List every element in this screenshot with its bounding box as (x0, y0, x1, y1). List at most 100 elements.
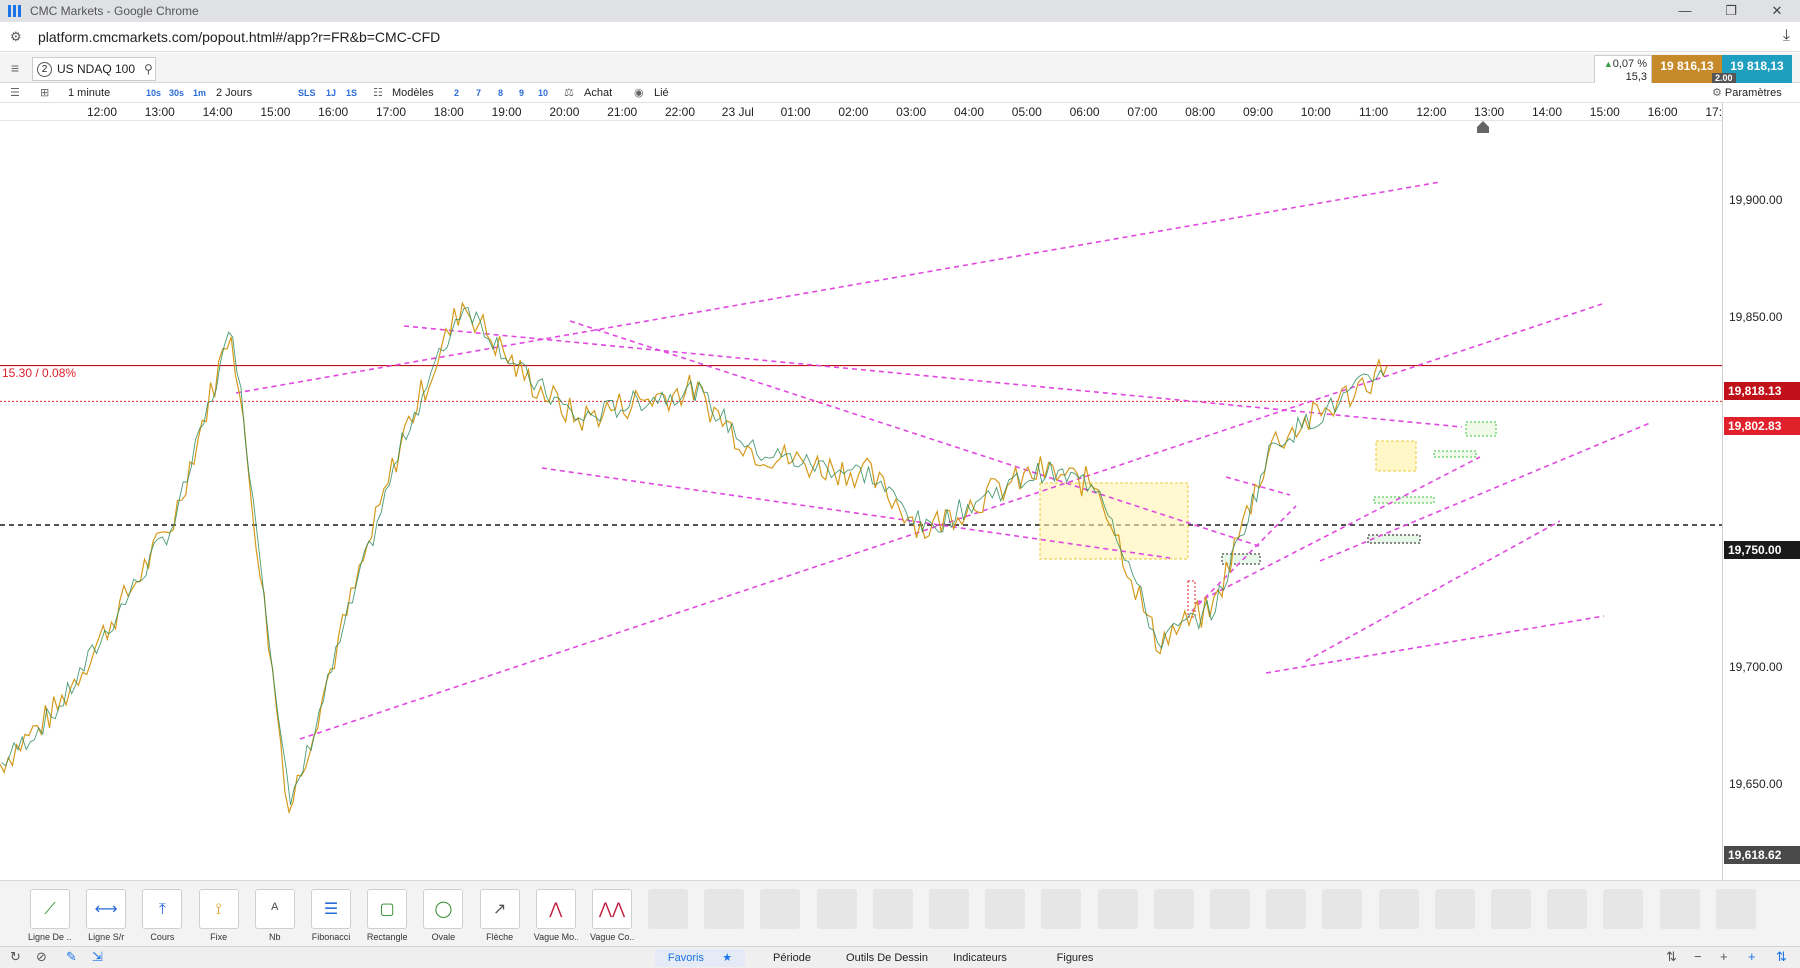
fixed-tool[interactable]: ⟟ Fixe (197, 889, 241, 942)
preset-9[interactable]: 9 (519, 85, 524, 101)
arrow-tool[interactable]: ↗ Flèche (478, 889, 522, 942)
instrument-name: US NDAQ 100 (57, 62, 136, 76)
tab-drawing-tools[interactable]: Outils De Dessin (839, 949, 935, 967)
list-icon[interactable]: ☰ (10, 85, 20, 101)
interval-10s[interactable]: 10s (146, 85, 161, 101)
order-zone[interactable] (1221, 553, 1261, 565)
order-zone[interactable] (1465, 421, 1497, 437)
templates-button[interactable]: Modèles (392, 85, 434, 101)
price-chart[interactable]: 15.30 / 0.08% (0, 121, 1722, 880)
ray-tool[interactable]: ⟷ Ligne S/r (84, 889, 128, 942)
range-1d[interactable]: 1J (326, 85, 336, 101)
empty-tool-slot[interactable] (1153, 889, 1194, 929)
rectangle-tool[interactable]: ▢ Rectangle (365, 889, 409, 942)
empty-tool-slot[interactable] (760, 889, 801, 929)
minimize-button[interactable]: — (1662, 0, 1708, 22)
scale-icon[interactable]: ⇅ (1666, 949, 1677, 965)
crosshair-icon[interactable]: + (1748, 949, 1756, 964)
empty-tool-slot[interactable] (985, 889, 1026, 929)
templates-icon[interactable]: ☷ (373, 85, 383, 101)
buy-price-button[interactable]: 19 818,13 2.00 (1712, 55, 1792, 85)
empty-tool-slot[interactable] (1322, 889, 1363, 929)
price-axis[interactable]: 19,900.00 19,850.00 19,700.00 19,650.00 … (1722, 103, 1800, 880)
arrow-icon: ↗ (479, 889, 520, 929)
cursor-icon[interactable]: ⇲ (92, 949, 103, 965)
time-tick: 15:00 (1589, 105, 1620, 119)
tool-label: Fibonacci (311, 932, 351, 942)
empty-tool-slot[interactable] (1210, 889, 1250, 929)
tab-number-badge: 2 (37, 61, 52, 77)
address-bar[interactable]: ⚙ platform.cmcmarkets.com/popout.html#/a… (0, 22, 1800, 52)
line-tool[interactable]: ⟋ Ligne De ... (28, 889, 72, 942)
order-zone[interactable] (1367, 534, 1421, 544)
empty-tool-slot[interactable] (929, 889, 969, 929)
tab-favorites[interactable]: Favoris ★ (655, 949, 745, 967)
preset-10[interactable]: 10 (538, 85, 548, 101)
empty-tool-slot[interactable] (1041, 889, 1082, 929)
empty-tool-slot[interactable] (704, 889, 745, 929)
zone-rectangle-small[interactable] (1375, 440, 1417, 472)
block-icon[interactable]: ⊘ (36, 949, 47, 965)
layout-icon[interactable]: ⊞ (40, 85, 49, 101)
zoom-out-icon[interactable]: − (1694, 949, 1702, 964)
instrument-tab[interactable]: 2 US NDAQ 100 ⚲ (32, 57, 156, 81)
empty-tool-slot[interactable] (816, 889, 857, 929)
empty-tool-slot[interactable] (1378, 889, 1419, 929)
empty-tool-slot[interactable] (872, 889, 913, 929)
close-button[interactable]: ✕ (1754, 0, 1800, 22)
settings-button[interactable]: ⚙ Paramètres (1712, 85, 1782, 101)
refresh-icon[interactable]: ↻ (10, 949, 21, 965)
buy-chart-icon[interactable]: ⚖ (564, 85, 574, 101)
hamburger-menu-icon[interactable]: ≡ (6, 59, 24, 77)
range-1w[interactable]: 1S (346, 85, 357, 101)
restore-button[interactable]: ❐ (1708, 0, 1754, 22)
empty-tool-slot[interactable] (1491, 889, 1531, 929)
preset-7[interactable]: 7 (476, 85, 481, 101)
empty-tool-slot[interactable] (1715, 889, 1756, 929)
empty-tool-slot[interactable] (648, 889, 688, 929)
fit-icon[interactable]: ⇅ (1776, 949, 1787, 965)
empty-tool-slot[interactable] (1547, 889, 1588, 929)
tab-period[interactable]: Période (747, 949, 837, 967)
interval-30s[interactable]: 30s (169, 85, 184, 101)
empty-tool-slot[interactable] (1434, 889, 1475, 929)
download-icon[interactable]: ⤓ (1783, 27, 1790, 45)
zone-rectangle[interactable] (1039, 482, 1189, 560)
range-select[interactable]: 2 Jours (216, 85, 252, 101)
corrective-wave-tool[interactable]: ⋀⋀ Vague Co... (590, 889, 634, 942)
eye-icon[interactable]: ◉ (634, 85, 644, 101)
price-tool[interactable]: ⤒ Cours (140, 889, 184, 942)
time-tick: 12:00 (86, 105, 118, 119)
interval-select[interactable]: 1 minute (68, 85, 110, 101)
wave-tool[interactable]: ⋀ Vague Mo... (534, 889, 578, 942)
interval-1m[interactable]: 1m (193, 85, 206, 101)
empty-tool-slot[interactable] (1097, 889, 1138, 929)
tool-label: Vague Mo... (533, 932, 578, 942)
empty-tool-slot[interactable] (1659, 889, 1700, 929)
linked-button[interactable]: Lié (654, 85, 669, 101)
chart-toolbar: ☰ ⊞ 1 minute 10s 30s 1m 2 Jours SLS 1J 1… (0, 83, 1800, 103)
preset-2[interactable]: 2 (454, 85, 459, 101)
time-tick: 12:00 (1416, 105, 1447, 119)
oval-tool[interactable]: ◯ Ovale (421, 889, 465, 942)
fibonacci-icon: ☰ (311, 889, 351, 929)
site-settings-icon[interactable]: ⚙ (10, 29, 26, 45)
time-tick: 05:00 (1011, 105, 1042, 119)
text-tool[interactable]: ᴬ Nb (253, 889, 297, 942)
search-icon[interactable]: ⚲ (144, 62, 153, 76)
order-zone[interactable] (1433, 450, 1477, 458)
tab-figures[interactable]: Figures (1025, 949, 1125, 967)
settings-label: Paramètres (1724, 87, 1782, 99)
zoom-in-icon[interactable]: + (1720, 949, 1728, 964)
empty-tool-slot[interactable] (1603, 889, 1644, 929)
url-text[interactable]: platform.cmcmarkets.com/popout.html#/app… (38, 29, 440, 45)
tab-indicators[interactable]: Indicateurs (937, 949, 1023, 967)
buy-button[interactable]: Achat (584, 85, 612, 101)
order-zone[interactable] (1373, 496, 1435, 504)
fibonacci-tool[interactable]: ☰ Fibonacci (309, 889, 353, 942)
preset-8[interactable]: 8 (498, 85, 503, 101)
pencil-icon[interactable]: ✎ (66, 949, 77, 965)
empty-tool-slot[interactable] (1266, 889, 1307, 929)
change-percent: 0,07 % (1599, 58, 1647, 71)
sls-button[interactable]: SLS (298, 85, 316, 101)
